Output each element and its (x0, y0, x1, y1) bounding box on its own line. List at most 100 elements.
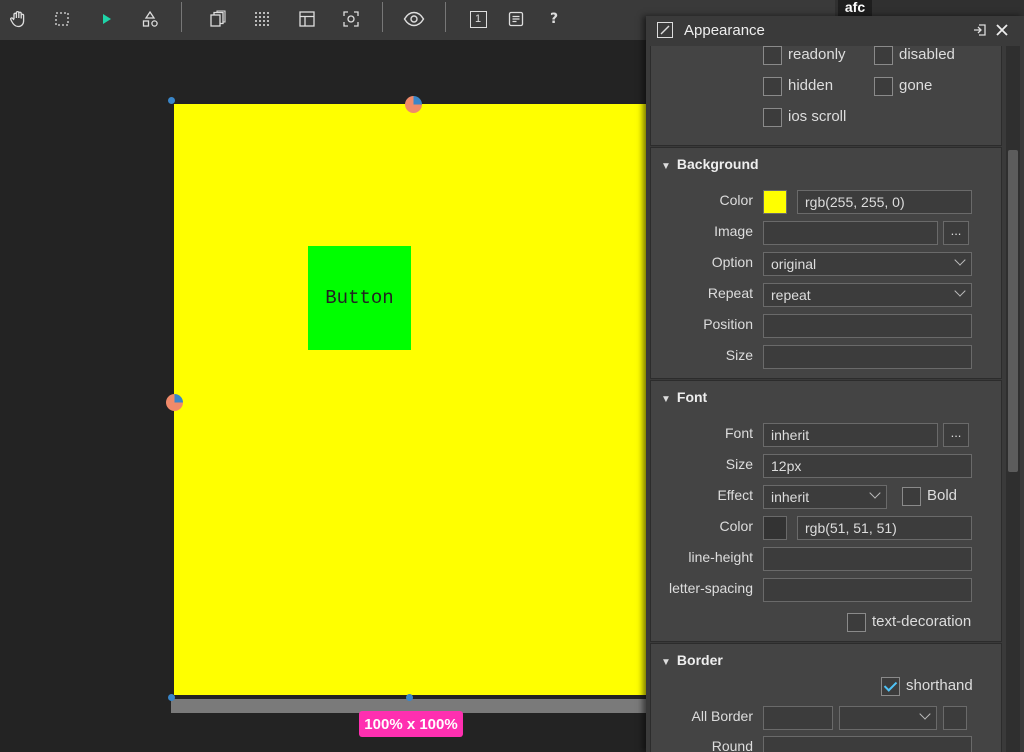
page-number-text: 1 (469, 10, 487, 28)
background-section: ▼ Background Color rgb(255, 255, 0) Image… (650, 147, 1002, 379)
hidden-checkbox[interactable] (763, 77, 782, 96)
font-size-input[interactable]: 12px (763, 454, 972, 478)
all-border-label: All Border (691, 708, 753, 724)
font-color-label: Color (719, 518, 753, 534)
button-widget[interactable]: Button (308, 246, 411, 350)
font-section-header[interactable]: ▼ Font (661, 389, 707, 405)
gone-checkbox[interactable] (874, 77, 893, 96)
grid-icon[interactable] (249, 6, 275, 32)
select-rect-icon[interactable] (49, 6, 75, 32)
page-number-icon[interactable]: 1 (465, 6, 491, 32)
help-icon[interactable]: ? (541, 6, 567, 32)
gone-label: gone (899, 77, 933, 94)
font-family-input[interactable]: inherit (763, 423, 938, 447)
bg-option-label: Option (711, 254, 753, 270)
background-title: Background (676, 156, 759, 172)
disabled-label: disabled (899, 46, 955, 63)
bold-checkbox[interactable] (902, 487, 921, 506)
flags-section: readonly disabled hidden gone ios scroll (650, 46, 1002, 146)
background-section-header[interactable]: ▼ Background (661, 156, 759, 172)
hand-icon[interactable] (5, 6, 31, 32)
notes-icon[interactable] (503, 6, 529, 32)
design-surface[interactable] (174, 104, 654, 695)
chevron-down-icon (919, 708, 931, 720)
size-badge: 100% x 100% (359, 711, 463, 737)
bg-size-label: Size (725, 347, 753, 363)
focus-icon[interactable] (338, 6, 364, 32)
collapse-triangle-icon: ▼ (661, 394, 671, 405)
collapse-triangle-icon: ▼ (661, 161, 671, 172)
toolbar-divider (181, 2, 182, 32)
bg-image-browse-button[interactable]: ... (943, 221, 969, 245)
panel-scrollbar[interactable] (1006, 46, 1020, 752)
bg-position-label: Position (703, 316, 753, 332)
bg-position-input[interactable] (763, 314, 972, 338)
resize-handle-top-left[interactable] (168, 97, 175, 104)
ios-scroll-checkbox[interactable] (763, 108, 782, 127)
pages-icon[interactable] (205, 6, 231, 32)
round-label: Round (711, 738, 753, 752)
collapse-triangle-icon: ▼ (661, 657, 671, 668)
font-effect-label: Effect (717, 487, 753, 503)
bg-image-label: Image (714, 223, 753, 239)
ios-scroll-label: ios scroll (788, 108, 847, 125)
dock-icon[interactable] (973, 23, 987, 42)
line-height-input[interactable] (763, 547, 972, 571)
play-icon[interactable] (93, 6, 119, 32)
round-input[interactable] (763, 736, 972, 752)
bg-size-input[interactable] (763, 345, 972, 369)
chevron-down-icon (954, 254, 966, 266)
chevron-down-icon (869, 487, 881, 499)
all-border-color-swatch[interactable] (943, 706, 967, 730)
text-decoration-label: text-decoration (872, 613, 972, 630)
font-family-label: Font (724, 425, 753, 441)
bg-repeat-select[interactable]: repeat (763, 283, 972, 307)
all-border-style-select[interactable] (839, 706, 937, 730)
bg-option-value: original (771, 256, 817, 272)
anchor-handle-top[interactable] (405, 96, 422, 113)
border-section-header[interactable]: ▼ Border (661, 652, 723, 668)
bg-option-select[interactable]: original (763, 252, 972, 276)
eye-icon[interactable] (401, 6, 427, 32)
toolbar-divider (445, 2, 446, 32)
panel-scrollbar-thumb[interactable] (1008, 150, 1018, 472)
line-height-label: line-height (688, 549, 753, 565)
toolbar-divider (382, 2, 383, 32)
panel-body: readonly disabled hidden gone ios scroll… (650, 46, 1002, 752)
font-section: ▼ Font Font inherit ... Size 12px Effect … (650, 380, 1002, 642)
appearance-icon (657, 22, 673, 38)
shapes-icon[interactable] (137, 6, 163, 32)
disabled-checkbox[interactable] (874, 46, 893, 65)
font-browse-button[interactable]: ... (943, 423, 969, 447)
font-title: Font (676, 389, 708, 405)
resize-handle-bottom-left[interactable] (168, 694, 175, 701)
all-border-width-input[interactable] (763, 706, 833, 730)
panel-title: Appearance (684, 22, 765, 39)
border-section: ▼ Border shorthand All Border Round (650, 643, 1002, 752)
bg-image-input[interactable] (763, 221, 938, 245)
close-icon[interactable] (995, 23, 1009, 42)
bg-repeat-value: repeat (771, 287, 811, 303)
bg-color-input[interactable]: rgb(255, 255, 0) (797, 190, 972, 214)
bg-color-swatch[interactable] (763, 190, 787, 214)
bg-color-label: Color (719, 192, 753, 208)
letter-spacing-input[interactable] (763, 578, 972, 602)
chevron-down-icon (954, 285, 966, 297)
font-color-swatch[interactable] (763, 516, 787, 540)
resize-handle-bottom[interactable] (406, 694, 413, 701)
readonly-label: readonly (788, 46, 846, 63)
tab-afc[interactable]: afc (838, 0, 872, 16)
panel-header: Appearance (646, 16, 1024, 46)
appearance-panel: Appearance readonly disabled hidden gone… (646, 16, 1024, 752)
bold-label: Bold (927, 487, 958, 504)
layout-icon[interactable] (294, 6, 320, 32)
font-size-label: Size (725, 456, 753, 472)
shorthand-checkbox[interactable] (881, 677, 900, 696)
text-decoration-checkbox[interactable] (847, 613, 866, 632)
anchor-handle-left[interactable] (166, 394, 183, 411)
readonly-checkbox[interactable] (763, 46, 782, 65)
font-effect-value: inherit (771, 489, 810, 505)
font-effect-select[interactable]: inherit (763, 485, 887, 509)
font-color-input[interactable]: rgb(51, 51, 51) (797, 516, 972, 540)
bg-repeat-label: Repeat (707, 285, 753, 301)
